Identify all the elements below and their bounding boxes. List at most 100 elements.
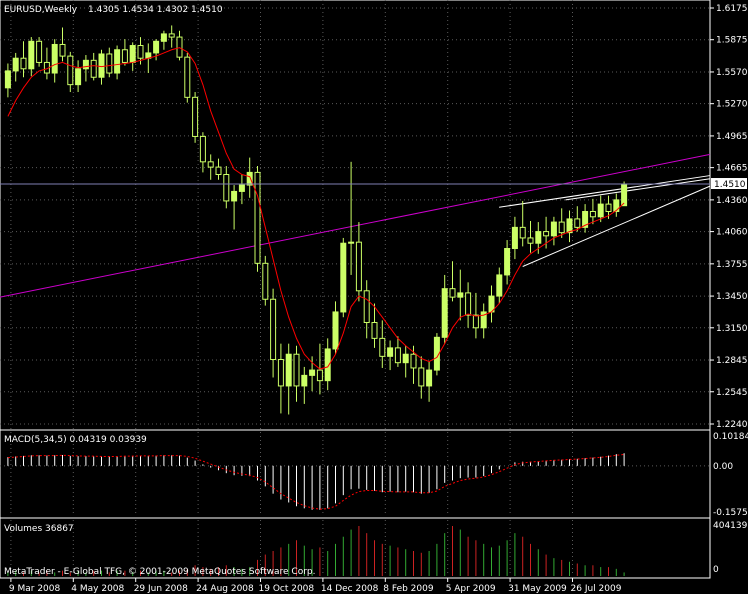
candle-body-down — [316, 369, 323, 382]
candle-body-down — [605, 203, 612, 213]
candle-body-down — [67, 55, 74, 86]
moving-average-line — [7, 47, 625, 370]
macd-tick-label: -0.15753 — [713, 508, 748, 518]
candle-body-down — [277, 359, 284, 387]
candle — [457, 269, 464, 321]
candle — [582, 204, 589, 233]
candle — [28, 37, 35, 77]
candle-body-down — [293, 353, 300, 387]
volume-label: Volumes 36867 — [4, 524, 74, 534]
macd-axis: 0.10184 0.00 -0.15753 — [713, 432, 748, 518]
candle-body-down — [168, 33, 175, 38]
candle-body-down — [418, 367, 425, 387]
candle — [43, 47, 50, 80]
price-tick-label: 1.3450 — [716, 292, 748, 302]
candle-body-up — [496, 274, 503, 297]
candle-body-down — [558, 221, 565, 234]
candle — [511, 216, 518, 260]
candle — [192, 92, 199, 143]
time-tick-label: 29 Jun 2008 — [134, 584, 188, 594]
candle — [106, 47, 113, 78]
wedge-upper-line — [499, 175, 711, 208]
candle-body-down — [472, 314, 479, 329]
candle — [168, 25, 175, 48]
candle-body-down — [465, 292, 472, 316]
time-tick-label: 5 Apr 2009 — [446, 584, 496, 594]
copyright-footer: MetaTrader - E-Global TFG, © 2001-2009 M… — [4, 567, 316, 577]
candle — [129, 42, 136, 71]
candle — [293, 345, 300, 402]
candle — [394, 336, 401, 367]
candle — [199, 132, 206, 173]
candle-body-up — [402, 353, 409, 364]
candle — [441, 274, 448, 344]
candle — [270, 288, 277, 378]
candle — [480, 303, 487, 339]
candle — [20, 41, 27, 78]
candle — [402, 345, 409, 378]
candle — [223, 166, 230, 209]
price-tick-label: 1.5270 — [716, 100, 748, 110]
candle — [285, 343, 292, 415]
candle — [215, 158, 222, 180]
candle-body-down — [106, 53, 113, 74]
candle — [496, 267, 503, 304]
macd-signal-line — [7, 453, 625, 510]
current-price-marker: 1.4510 — [711, 178, 747, 190]
candle-body-up — [75, 68, 82, 86]
candle-body-up — [285, 353, 292, 387]
candle-body-down — [184, 56, 191, 98]
candle-body-up — [621, 183, 628, 207]
candle — [51, 39, 58, 83]
candle-body-down — [223, 174, 230, 202]
candle — [519, 200, 526, 247]
price-tick-label: 1.2240 — [716, 420, 748, 430]
candle — [566, 210, 573, 243]
candle-body-down — [394, 347, 401, 364]
candle-body-down — [20, 57, 27, 70]
candle-body-up — [12, 57, 19, 72]
candle — [36, 37, 43, 67]
candle-body-up — [82, 59, 89, 70]
candle — [82, 55, 89, 82]
candle — [153, 39, 160, 61]
candle — [574, 206, 581, 232]
time-tick-label: 24 Aug 2008 — [196, 584, 254, 594]
candle — [277, 343, 284, 414]
candle-body-up — [114, 49, 121, 74]
candle — [363, 280, 370, 339]
candle — [184, 52, 191, 103]
candle — [75, 60, 82, 93]
price-tick-label: 1.3755 — [716, 260, 748, 270]
candle-body-down — [90, 59, 97, 78]
candle-body-down — [363, 290, 370, 324]
candlestick-series — [4, 25, 628, 415]
trendlines — [0, 153, 711, 298]
candle — [121, 39, 128, 66]
macd-histogram — [7, 453, 625, 510]
candle — [90, 52, 97, 81]
candle-body-up — [153, 40, 160, 54]
candle-body-down — [410, 353, 417, 369]
time-tick-label: 14 Dec 2008 — [321, 584, 379, 594]
candle — [59, 27, 66, 62]
price-tick-label: 1.4360 — [716, 196, 748, 206]
candle-body-down — [262, 262, 269, 300]
volume-tick-label: 0 — [713, 565, 719, 575]
candle — [465, 282, 472, 328]
price-tick-label: 1.5875 — [716, 36, 748, 46]
candle — [114, 45, 121, 80]
candle-body-down — [355, 241, 362, 292]
candle-body-up — [340, 242, 347, 313]
candle — [613, 193, 620, 217]
candle — [387, 340, 394, 371]
candle — [621, 181, 628, 207]
ohlc-readout: 1.4305 1.4534 1.4302 1.4510 — [88, 5, 223, 15]
time-tick-label: 8 Feb 2009 — [383, 584, 434, 594]
price-tick-label: 1.4965 — [716, 132, 748, 142]
candle — [558, 208, 565, 238]
candle-body-up — [387, 347, 394, 357]
candle — [309, 356, 316, 392]
candle-body-down — [527, 237, 534, 244]
candle — [504, 240, 511, 285]
